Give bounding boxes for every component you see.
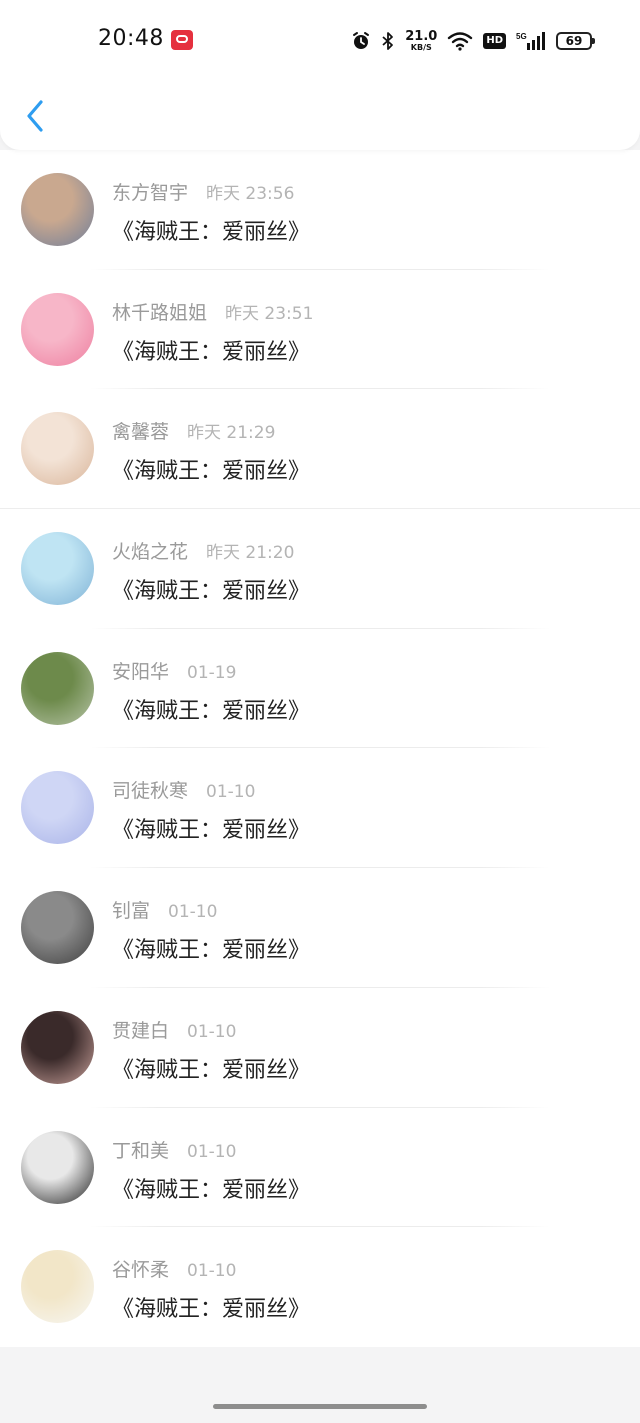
- network-speed-unit: KB/S: [410, 43, 432, 52]
- network-speed-value: 21.0: [405, 29, 438, 44]
- hd-badge: HD: [483, 33, 506, 49]
- sender-name[interactable]: 东方智宇: [112, 178, 188, 205]
- message-content: 《海贼王：爱丽丝》: [112, 698, 311, 724]
- network-speed: 21.0 KB/S: [405, 30, 437, 52]
- message-row[interactable]: 火焰之花 昨天 21:20 《海贼王：爱丽丝》: [0, 509, 640, 629]
- sender-name[interactable]: 钊富: [112, 896, 150, 923]
- avatar[interactable]: [21, 1010, 94, 1084]
- message-row[interactable]: 禽馨蓉 昨天 21:29 《海贼王：爱丽丝》: [0, 389, 640, 510]
- message-row[interactable]: 东方智宇 昨天 23:56 《海贼王：爱丽丝》: [0, 150, 640, 270]
- message-time: 01-10: [206, 782, 256, 803]
- message-time: 01-10: [168, 902, 218, 923]
- message-row[interactable]: 林千路姐姐 昨天 23:51 《海贼王：爱丽丝》: [0, 270, 640, 390]
- bluetooth-icon: [382, 32, 394, 50]
- message-content: 《海贼王：爱丽丝》: [112, 1297, 311, 1323]
- avatar[interactable]: [21, 412, 94, 486]
- message-row[interactable]: 钊富 01-10 《海贼王：爱丽丝》: [0, 868, 640, 988]
- message-row[interactable]: 贯建白 01-10 《海贼王：爱丽丝》: [0, 988, 640, 1108]
- message-content: 《海贼王：爱丽丝》: [112, 1177, 311, 1203]
- sender-name[interactable]: 林千路姐姐: [112, 298, 207, 325]
- back-button[interactable]: [18, 96, 52, 136]
- message-time: 昨天 23:56: [206, 184, 295, 204]
- avatar[interactable]: [21, 1250, 94, 1324]
- sender-line: 禽馨蓉 昨天 21:29: [112, 417, 275, 444]
- sender-line: 贯建白 01-10: [112, 1016, 236, 1043]
- message-list: 东方智宇 昨天 23:56 《海贼王：爱丽丝》 林千路姐姐 昨天 23:51 《海贼王：爱…: [0, 150, 640, 1347]
- sender-name[interactable]: 贯建白: [112, 1016, 169, 1043]
- avatar[interactable]: [21, 532, 94, 606]
- wifi-icon: [448, 32, 473, 51]
- message-content: 《海贼王：爱丽丝》: [112, 459, 311, 485]
- avatar[interactable]: [21, 891, 94, 965]
- avatar[interactable]: [21, 173, 94, 246]
- message-time: 昨天 21:20: [206, 543, 295, 564]
- message-content: 《海贼王：爱丽丝》: [112, 818, 311, 844]
- sender-name[interactable]: 火焰之花: [112, 537, 188, 564]
- message-row[interactable]: 谷怀柔 01-10 《海贼王：爱丽丝》: [0, 1227, 640, 1347]
- message-content: 《海贼王：爱丽丝》: [112, 1057, 311, 1083]
- avatar[interactable]: [21, 292, 94, 366]
- sender-line: 丁和美 01-10: [112, 1136, 236, 1163]
- app-notification-icon: [171, 30, 193, 50]
- screen: 20:48 21.0 KB/S HD 5G 69 东方智宇 昨天 23:56 《…: [0, 0, 640, 1423]
- home-indicator[interactable]: [213, 1404, 427, 1409]
- sender-line: 谷怀柔 01-10: [112, 1255, 236, 1282]
- message-time: 昨天 23:51: [225, 303, 314, 324]
- sender-line: 火焰之花 昨天 21:20: [112, 537, 294, 564]
- message-content: 《海贼王：爱丽丝》: [112, 579, 311, 605]
- avatar[interactable]: [21, 1130, 94, 1204]
- message-content: 《海贼王：爱丽丝》: [112, 339, 311, 365]
- sender-line: 东方智宇 昨天 23:56: [112, 178, 294, 205]
- sender-name[interactable]: 司徒秋寒: [112, 776, 188, 803]
- sender-name[interactable]: 丁和美: [112, 1136, 169, 1163]
- status-time: 20:48: [98, 26, 164, 51]
- signal-icon: 5G: [516, 32, 545, 50]
- avatar[interactable]: [21, 771, 94, 845]
- message-time: 01-19: [187, 662, 237, 683]
- message-content: 《海贼王：爱丽丝》: [112, 938, 311, 964]
- signal-label: 5G: [516, 32, 527, 41]
- sender-line: 司徒秋寒 01-10: [112, 776, 255, 803]
- sender-name[interactable]: 禽馨蓉: [112, 417, 169, 444]
- sender-name[interactable]: 安阳华: [112, 657, 169, 684]
- message-row[interactable]: 司徒秋寒 01-10 《海贼王：爱丽丝》: [0, 748, 640, 869]
- message-row[interactable]: 丁和美 01-10 《海贼王：爱丽丝》: [0, 1108, 640, 1228]
- sender-line: 林千路姐姐 昨天 23:51: [112, 298, 313, 325]
- battery-level: 69: [565, 34, 583, 48]
- alarm-icon: [353, 32, 370, 49]
- message-time: 01-10: [187, 1261, 237, 1282]
- message-time: 01-10: [187, 1021, 237, 1042]
- top-bar: 20:48 21.0 KB/S HD 5G 69: [0, 0, 640, 150]
- message-row[interactable]: 安阳华 01-19 《海贼王：爱丽丝》: [0, 629, 640, 749]
- message-content: 《海贼王：爱丽丝》: [112, 220, 311, 245]
- avatar[interactable]: [21, 651, 94, 725]
- sender-name[interactable]: 谷怀柔: [112, 1255, 169, 1282]
- message-time: 昨天 21:29: [187, 423, 276, 444]
- chevron-left-icon: [27, 100, 43, 132]
- message-time: 01-10: [187, 1141, 237, 1162]
- sender-line: 钊富 01-10: [112, 896, 217, 923]
- status-icons: 21.0 KB/S HD 5G 69: [351, 28, 595, 54]
- battery-icon: 69: [556, 32, 595, 50]
- sender-line: 安阳华 01-19: [112, 657, 236, 684]
